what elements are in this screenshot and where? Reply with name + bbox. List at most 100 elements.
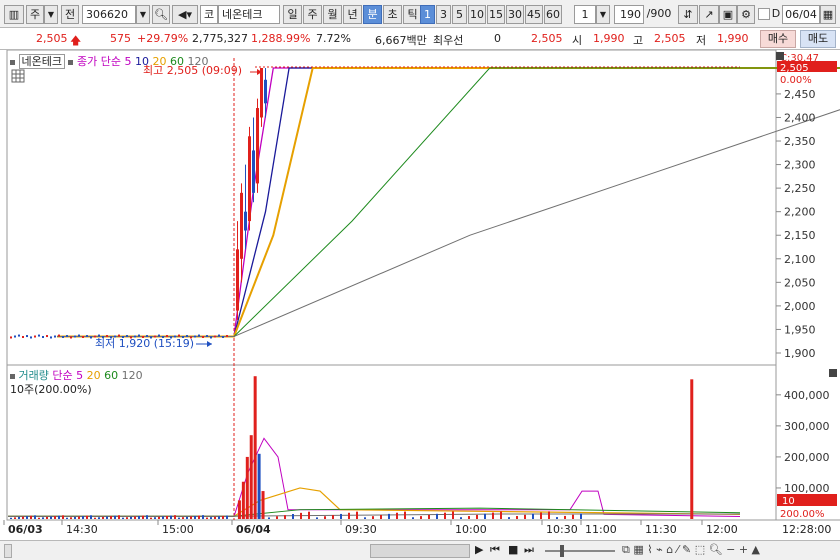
chart-area[interactable]: 2,450 2,400 2,350 2,300 2,250 2,200 2,150 2,100… [0, 49, 840, 540]
save-icon[interactable]: ▣ [719, 5, 737, 24]
stock-code-dropdown-icon[interactable]: ▼ [136, 5, 150, 24]
interval-tab-1[interactable]: 1 [420, 5, 435, 24]
panel-maximize-icon[interactable] [776, 52, 784, 60]
volume-bar [58, 515, 60, 519]
jeon-button[interactable]: 전 [61, 5, 79, 24]
y-tick-label: 2,150 [784, 229, 816, 242]
x-tick-label: 15:00 [162, 523, 194, 536]
interval-tab-5[interactable]: 5 [452, 5, 467, 24]
scroll-left-icon[interactable] [4, 544, 12, 558]
volume-bar [18, 516, 20, 519]
interval-tab-30[interactable]: 30 [506, 5, 524, 24]
volume-bar [90, 515, 92, 519]
vol-tick-label: 200,000 [784, 451, 830, 464]
volume-bar [508, 517, 510, 519]
volume-bar [460, 517, 462, 519]
candle [226, 335, 228, 338]
zoom-slider-handle[interactable] [560, 545, 564, 557]
volume-bar [134, 516, 136, 519]
stock-tag[interactable]: 네온테크 [18, 54, 65, 69]
candle [222, 335, 224, 338]
interval-tab-10[interactable]: 10 [468, 5, 486, 24]
volume-panel[interactable] [6, 364, 777, 521]
period-tab-3[interactable]: 년 [343, 5, 362, 24]
interval-tab-15[interactable]: 15 [487, 5, 505, 24]
price-panel[interactable] [6, 49, 777, 366]
multiplier-input[interactable]: 1 [574, 5, 596, 24]
trend-tool-icon[interactable]: ↗ [699, 5, 719, 24]
volume-panel-close-icon[interactable] [829, 369, 837, 377]
volume-bar [548, 511, 550, 519]
vol-ma-period-60: 60 [104, 369, 119, 382]
sell-button[interactable]: 매도 [800, 30, 836, 48]
period-tab-0[interactable]: 일 [283, 5, 302, 24]
candle [74, 335, 76, 338]
candle [62, 335, 64, 338]
date-input[interactable]: 06/04 [782, 5, 820, 24]
volume-bar [54, 516, 56, 519]
layout-icon[interactable]: ▥ [4, 5, 24, 24]
candle [26, 335, 28, 338]
legend-square-icon [68, 59, 74, 65]
candle [210, 336, 212, 339]
interval-tab-3[interactable]: 3 [436, 5, 451, 24]
count-input[interactable]: 190 [614, 5, 644, 24]
legend-square-icon [10, 373, 15, 379]
chart-canvas[interactable]: 2,450 2,400 2,350 2,300 2,250 2,200 2,150 2,100… [0, 49, 840, 540]
chart-toolbar: ▥ 주 ▼ 전 306620 ▼ 🔍︎ ◀▾ 코 네온테크 일주월년분초틱 13… [0, 0, 840, 28]
buy-button[interactable]: 매수 [760, 30, 796, 48]
calendar-icon[interactable]: ▦ [820, 5, 836, 24]
candle [206, 335, 208, 338]
low-value: 1,990 [717, 32, 749, 45]
rewind-icon[interactable]: ⏮ [490, 543, 500, 557]
search-icon[interactable]: 🔍︎ [152, 5, 170, 24]
period-tab-1[interactable]: 주 [303, 5, 322, 24]
multiplier-dropdown-icon[interactable]: ▼ [596, 5, 610, 24]
zoom-slider[interactable] [545, 550, 615, 552]
period-tab-4[interactable]: 분 [363, 5, 382, 24]
volume-bar [82, 516, 84, 519]
volume-bar [690, 379, 694, 519]
market-selector[interactable]: 주 [26, 5, 44, 24]
volume-bar [396, 512, 398, 519]
volume-bar [556, 517, 558, 519]
volume-bar [372, 516, 374, 519]
candle [264, 79, 267, 104]
candle [10, 336, 12, 339]
date-checkbox[interactable] [758, 8, 770, 20]
gear-icon[interactable]: ⚙ [737, 5, 755, 24]
stock-code-input[interactable]: 306620 [82, 5, 136, 24]
volume-bar [380, 515, 382, 519]
candle [244, 211, 247, 231]
fast-forward-icon[interactable]: ⏭ [524, 543, 534, 557]
table-view-icon[interactable] [11, 69, 25, 83]
volume-bar [122, 517, 124, 519]
interval-tab-60[interactable]: 60 [544, 5, 562, 24]
interval-tab-45[interactable]: 45 [525, 5, 543, 24]
speaker-icon[interactable]: ◀▾ [172, 5, 198, 24]
drawing-tools-icon[interactable]: ⧉ ▦ ⌇ ⌁ ⌂ ⁄ ✎ ⬚ 🔍︎ − + ▲ [622, 543, 760, 557]
scroll-thumb[interactable] [370, 544, 470, 558]
up-arrow-icon: 🡅 [70, 34, 82, 47]
candle [22, 335, 24, 338]
price-legend: 네온테크 종가 단순 5 10 20 60 120 [10, 53, 208, 69]
stop-icon[interactable]: ■ [508, 543, 518, 556]
volume-bar [174, 515, 176, 519]
volume-bar [158, 516, 160, 519]
high-label: 고 [633, 34, 644, 47]
candle [38, 334, 40, 337]
play-forward-icon[interactable]: ▶ [475, 543, 483, 556]
volume-bar [332, 515, 334, 519]
volume-bar [564, 515, 566, 519]
ma-label[interactable]: 종가 단순 [77, 55, 121, 68]
period-tab-2[interactable]: 월 [323, 5, 342, 24]
candle [260, 68, 263, 118]
volume-bar [268, 517, 270, 519]
volume-bar [22, 516, 24, 519]
candle-settings-icon[interactable]: ⇵ [678, 5, 698, 24]
market-dropdown-icon[interactable]: ▼ [44, 5, 58, 24]
stock-name-field[interactable]: 네온테크 [218, 5, 280, 24]
period-tab-5[interactable]: 초 [383, 5, 402, 24]
volume-bar [324, 516, 326, 519]
volume-bar [532, 513, 534, 519]
